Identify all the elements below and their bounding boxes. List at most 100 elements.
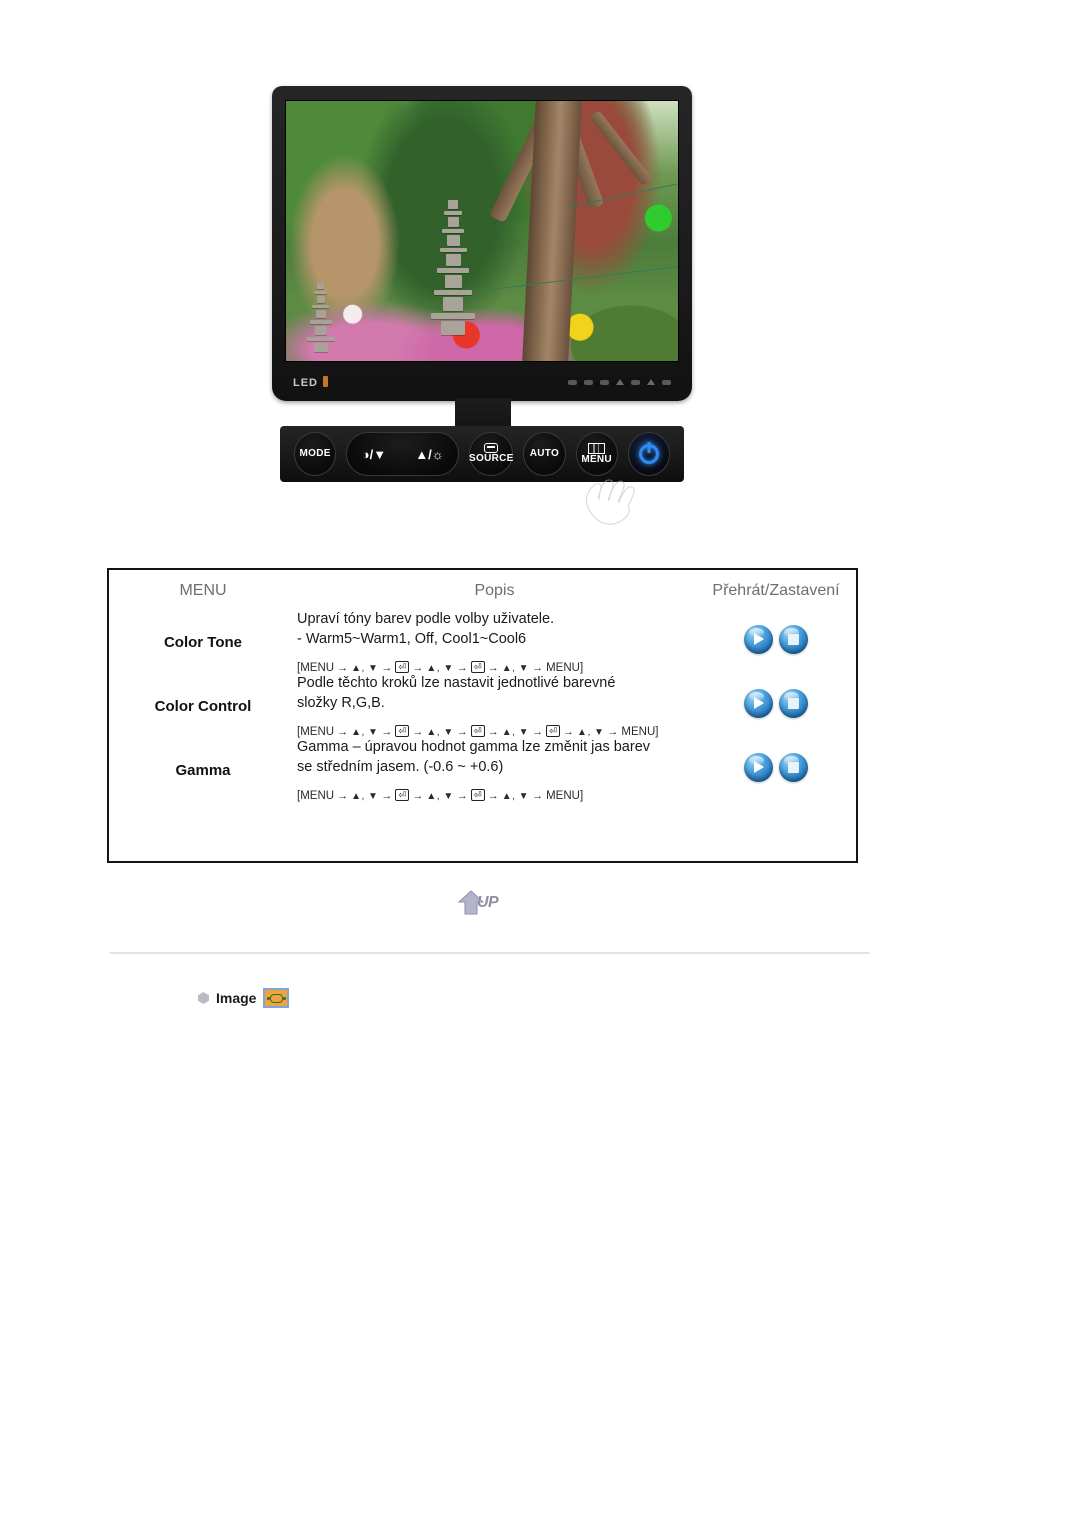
enter-key-icon: ⏎	[470, 789, 485, 802]
image-settings-icon[interactable]	[263, 988, 290, 1008]
source-button-label: SOURCE	[469, 453, 514, 465]
seq-token: ▲, ▼	[501, 726, 530, 738]
bezel-port-icons	[568, 379, 671, 385]
key-sequence: [MENU → ▲, ▼ → ⏎ → ▲, ▼ → ⏎ → ▲, ▼ →	[297, 725, 692, 739]
column-header-play-stop: Přehrát/Zastavení	[712, 582, 840, 599]
play-button[interactable]	[744, 625, 773, 655]
image-section-heading[interactable]: Image	[198, 988, 290, 1008]
seq-token: ▲, ▼	[577, 726, 605, 738]
port-icon-triangle	[616, 379, 624, 385]
description-line-2: složky R,G,B.	[297, 694, 385, 711]
seq-arrow: →	[487, 662, 499, 675]
section-divider	[110, 952, 870, 954]
image-section-label: Image	[216, 990, 257, 1006]
auto-button-label: AUTO	[529, 447, 560, 459]
seq-arrow: →	[381, 726, 393, 739]
manual-page: LED MODE ◑/▼ ▲/☼ SOURCE AUTO MENU MENU P…	[0, 0, 1080, 1528]
enter-key-icon: ⏎	[395, 661, 410, 674]
column-header-menu: MENU	[179, 582, 227, 599]
seq-arrow: →	[487, 726, 499, 739]
seq-arrow: →	[532, 726, 544, 739]
up-button-label: UP	[477, 894, 499, 911]
stop-button[interactable]	[779, 625, 808, 655]
seq-arrow: →	[381, 662, 393, 675]
seq-token: ▲, ▼	[426, 662, 454, 674]
table-row: Gamma Gamma – úpravou hodnot gamma lze z…	[109, 738, 860, 802]
seq-arrow: →	[607, 726, 619, 739]
row-play-stop-controls	[692, 674, 860, 738]
row-play-stop-controls	[692, 738, 860, 802]
seq-arrow: →	[456, 726, 468, 739]
seq-token: [MENU	[297, 790, 335, 803]
stop-button[interactable]	[779, 753, 808, 783]
tree-branch	[589, 109, 654, 187]
lantern-string	[482, 265, 678, 291]
seq-token: ▲, ▼	[426, 726, 454, 738]
column-header-description: Popis	[474, 582, 515, 599]
enter-key-icon: ⏎	[546, 725, 561, 738]
play-button[interactable]	[744, 753, 773, 783]
seq-arrow: →	[456, 662, 468, 675]
power-button[interactable]	[627, 432, 670, 476]
led-indicator: LED	[293, 375, 328, 389]
row-description: Upraví tóny barev podle volby uživatele.…	[297, 610, 692, 674]
seq-token: ▲, ▼	[351, 790, 379, 802]
description-line-2: se středním jasem. (-0.6 ~ +0.6)	[297, 758, 504, 775]
led-label-text: LED	[293, 376, 318, 389]
source-button[interactable]: SOURCE	[469, 432, 514, 476]
port-icon	[600, 379, 609, 385]
stop-button[interactable]	[779, 689, 808, 719]
port-icon	[568, 379, 577, 385]
menu-grid-icon	[588, 442, 606, 454]
garden-photo	[286, 101, 678, 361]
auto-button[interactable]: AUTO	[523, 432, 566, 476]
table-row: Color Tone Upraví tóny barev podle volby…	[109, 610, 860, 674]
osd-settings-table: MENU Popis Přehrát/Zastavení Color Tone …	[107, 568, 858, 863]
seq-token: [MENU	[297, 662, 335, 675]
key-sequence: [MENU → ▲, ▼ → ⏎ → ▲, ▼ → ⏎ → ▲, ▼ →	[297, 661, 692, 675]
enter-key-icon: ⏎	[395, 725, 410, 738]
row-menu-name: Color Control	[154, 697, 252, 715]
seq-token: MENU]	[546, 790, 584, 803]
monitor-illustration: LED MODE ◑/▼ ▲/☼ SOURCE AUTO MENU	[272, 86, 692, 525]
power-icon	[638, 444, 659, 464]
table-header-row: MENU Popis Přehrát/Zastavení	[109, 570, 860, 610]
up-button[interactable]: UP	[457, 889, 515, 919]
description-line-1: Gamma – úpravou hodnot gamma lze změnit …	[297, 739, 651, 756]
seq-token: ▲, ▼	[351, 662, 379, 674]
row-menu-name: Color Tone	[163, 633, 243, 651]
contrast-down-label: ◑/▼	[361, 446, 387, 462]
seq-arrow: →	[532, 790, 544, 803]
seq-arrow: →	[563, 726, 575, 739]
menu-button-label: MENU	[581, 453, 612, 465]
mode-button[interactable]: MODE	[294, 432, 337, 476]
stop-icon	[788, 698, 799, 710]
seq-token: ▲, ▼	[501, 662, 530, 674]
table-row: Color Control Podle těchto kroků lze nas…	[109, 674, 860, 738]
stone-pagoda-small	[306, 283, 336, 361]
brightness-contrast-rocker[interactable]: ◑/▼ ▲/☼	[346, 432, 460, 476]
seq-token: ▲, ▼	[426, 790, 454, 802]
description-line-2: - Warm5~Warm1, Off, Cool1~Cool6	[297, 630, 527, 647]
play-icon	[754, 761, 764, 774]
stop-icon	[788, 762, 799, 774]
hand-cursor-icon	[585, 479, 635, 525]
seq-token: ▲, ▼	[501, 790, 530, 802]
hexagon-bullet-icon	[198, 992, 209, 1004]
enter-key-icon: ⏎	[470, 725, 485, 738]
mode-button-label: MODE	[299, 447, 331, 459]
row-menu-name: Gamma	[175, 761, 231, 779]
seq-arrow: →	[381, 790, 393, 803]
seq-arrow: →	[487, 790, 499, 803]
seq-arrow: →	[412, 726, 424, 739]
enter-icon	[484, 443, 499, 454]
description-line-1: Upraví tóny barev podle volby uživatele.	[297, 611, 555, 627]
monitor-bezel-bottom: LED	[285, 369, 679, 395]
seq-token: [MENU	[297, 726, 335, 739]
stone-pagoda	[431, 200, 476, 340]
row-description: Podle těchto kroků lze nastavit jednotli…	[297, 674, 692, 738]
menu-button[interactable]: MENU	[575, 432, 618, 476]
play-button[interactable]	[744, 689, 773, 719]
seq-arrow: →	[337, 790, 349, 803]
seq-arrow: →	[412, 662, 424, 675]
